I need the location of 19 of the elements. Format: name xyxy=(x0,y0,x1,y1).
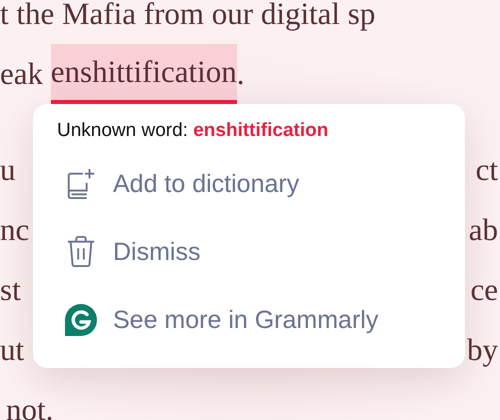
menu-item[interactable]: Dismiss xyxy=(57,218,465,286)
paragraph-text: ct xyxy=(476,151,498,189)
book-plus-icon xyxy=(65,168,97,200)
paragraph-text: ab xyxy=(468,211,498,249)
flagged-word[interactable]: enshittification xyxy=(50,44,237,105)
paragraph-text: t the Mafia from our digital sp xyxy=(0,0,376,31)
paragraph-text: st xyxy=(0,271,21,309)
paragraph-text: ut xyxy=(0,331,24,369)
trash-icon xyxy=(65,236,97,268)
paragraph-text: . xyxy=(236,56,244,91)
paragraph-text: u xyxy=(0,151,16,189)
paragraph-text: by xyxy=(467,331,498,369)
popup-title: Unknown word: enshittification xyxy=(57,120,330,142)
paragraph-text: eak xyxy=(0,56,44,91)
menu-item[interactable]: Add to dictionary xyxy=(57,150,465,218)
paragraph-text: ce xyxy=(470,271,498,309)
menu-item[interactable]: See more in Grammarly xyxy=(57,286,465,354)
paragraph-text: nc xyxy=(0,211,30,249)
g-logo-icon xyxy=(65,304,97,336)
